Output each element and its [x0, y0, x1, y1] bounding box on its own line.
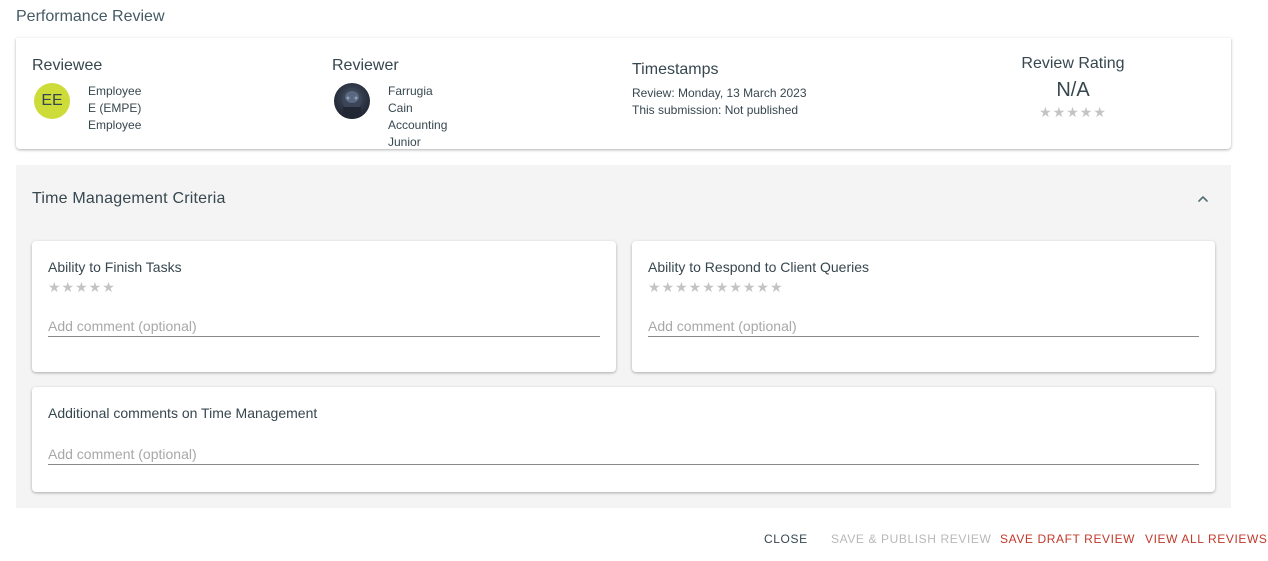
criteria-title: Time Management Criteria — [32, 190, 226, 207]
submission-status: This submission: Not published — [632, 103, 799, 117]
criterion-star-rating-icon[interactable]: ★★★★★ — [48, 279, 116, 295]
page-title: Performance Review — [16, 8, 165, 25]
time-management-criteria-panel: Time Management Criteria Ability to Fini… — [16, 165, 1231, 508]
review-date: Review: Monday, 13 March 2023 — [632, 86, 807, 100]
review-rating-heading: Review Rating — [1021, 55, 1125, 72]
reviewer-name: Farrugia Cain — [388, 84, 433, 115]
reviewee-role: Employee — [88, 118, 142, 132]
reviewee-person: EE Employee E (EMPE) Employee — [32, 83, 141, 132]
reviewee-heading: Reviewee — [32, 57, 103, 74]
view-all-reviews-button[interactable]: VIEW ALL REVIEWS — [1145, 532, 1268, 546]
reviewee-avatar: EE — [34, 83, 70, 119]
close-button[interactable]: CLOSE — [764, 532, 808, 546]
reviewer-section: Reviewer Farrugia Cain Accounting Junior — [332, 57, 447, 149]
criterion-star-rating-icon[interactable]: ★★★★★★★★★★ — [648, 279, 784, 295]
additional-comment-input[interactable] — [48, 443, 1199, 465]
criterion-label: Ability to Respond to Client Queries — [648, 259, 869, 275]
chevron-up-icon — [1198, 196, 1208, 202]
performance-review-page: Performance Review Reviewee EE Employee … — [0, 0, 1268, 561]
additional-comments-label: Additional comments on Time Management — [48, 405, 318, 421]
criterion-comment-input[interactable] — [48, 315, 600, 337]
save-publish-review-button[interactable]: SAVE & PUBLISH REVIEW — [831, 532, 991, 546]
reviewer-person: Farrugia Cain Accounting Junior — [332, 83, 447, 149]
collapse-criteria-button[interactable] — [1195, 191, 1211, 207]
reviewer-avatar — [334, 83, 370, 119]
criterion-card-finish-tasks: Ability to Finish Tasks ★★★★★ — [32, 241, 616, 372]
review-summary-card: Reviewee EE Employee E (EMPE) Employee R… — [16, 38, 1231, 149]
reviewee-details: Employee E (EMPE) Employee — [88, 83, 141, 134]
criterion-card-client-queries: Ability to Respond to Client Queries ★★★… — [632, 241, 1215, 372]
reviewer-photo-icon — [342, 88, 362, 119]
reviewer-role: Accounting Junior — [388, 118, 448, 149]
reviewee-name: Employee E (EMPE) — [88, 84, 142, 115]
reviewee-section: Reviewee EE Employee E (EMPE) Employee — [32, 57, 141, 132]
review-rating-section: Review Rating N/A ★★★★★ — [1006, 55, 1140, 120]
criterion-comment-input[interactable] — [648, 315, 1199, 337]
reviewer-heading: Reviewer — [332, 57, 399, 74]
timestamps-section: Timestamps Review: Monday, 13 March 2023… — [632, 61, 807, 119]
criterion-label: Ability to Finish Tasks — [48, 259, 182, 275]
review-rating-stars-icon: ★★★★★ — [1039, 104, 1107, 120]
review-rating-value: N/A — [1056, 79, 1090, 101]
save-draft-review-button[interactable]: SAVE DRAFT REVIEW — [1000, 532, 1135, 546]
reviewer-details: Farrugia Cain Accounting Junior — [388, 83, 447, 151]
timestamps-lines: Review: Monday, 13 March 2023 This submi… — [632, 85, 807, 119]
timestamps-heading: Timestamps — [632, 61, 719, 78]
additional-comments-card: Additional comments on Time Management — [32, 387, 1215, 492]
